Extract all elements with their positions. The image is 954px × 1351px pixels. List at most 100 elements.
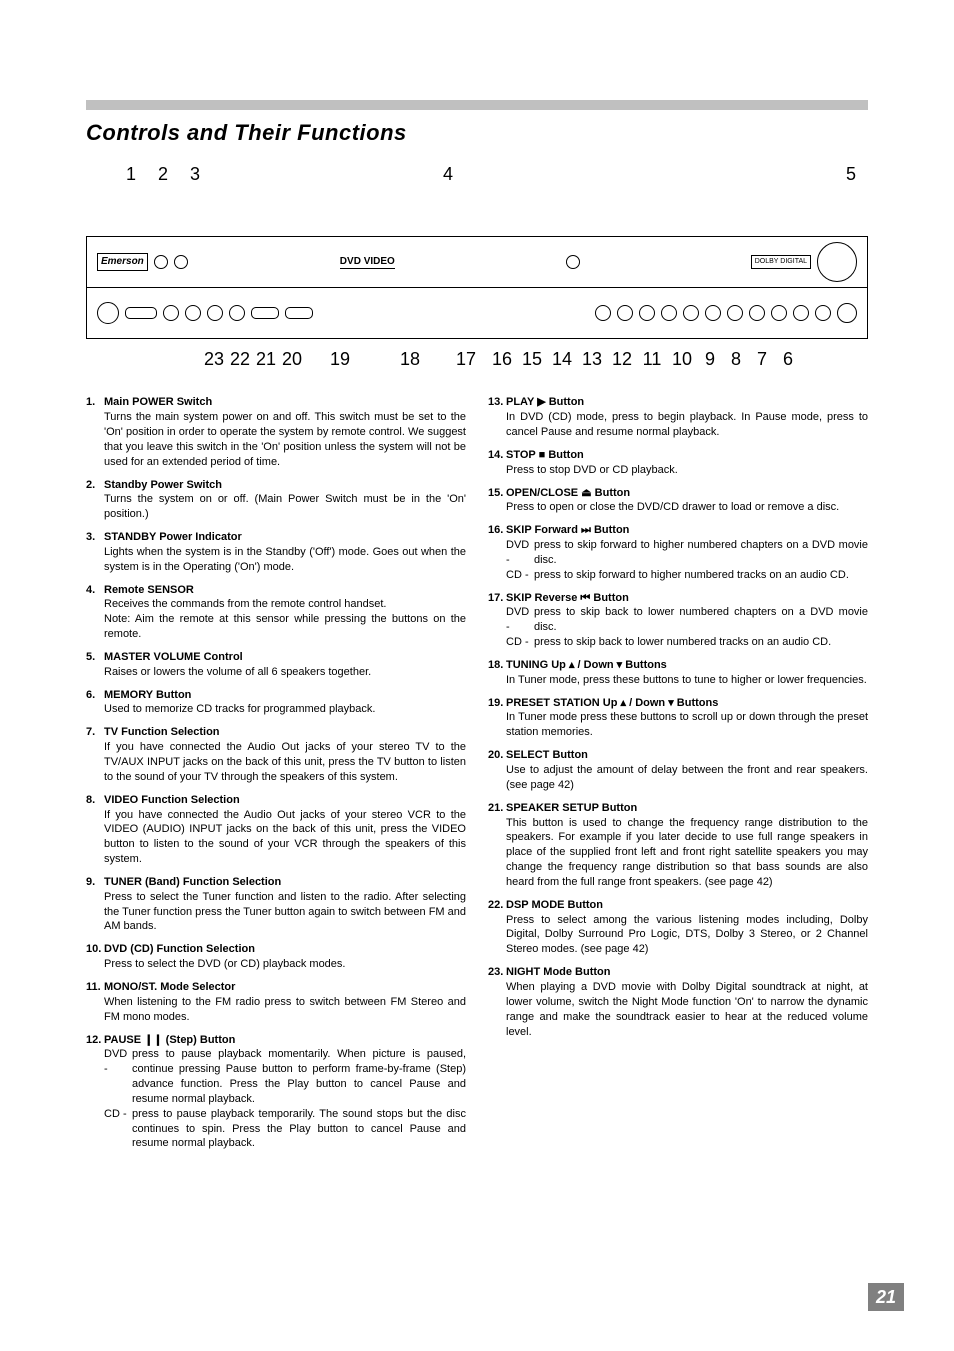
- symbol-icon: ▾: [668, 697, 674, 709]
- item-title: DSP MODE Button: [506, 899, 603, 911]
- item-note: Note: Aim the remote at this sensor whil…: [86, 612, 466, 642]
- rocker-icon: [285, 307, 313, 319]
- item-body: In Tuner mode press these buttons to scr…: [488, 710, 868, 740]
- tray-icon: [125, 307, 157, 319]
- list-item: 9.TUNER (Band) Function SelectionPress t…: [86, 875, 466, 934]
- item-heading: 1.Main POWER Switch: [86, 395, 466, 410]
- volume-knob-icon: [817, 242, 857, 282]
- callout-number: 5: [846, 162, 856, 186]
- item-number: 7.: [86, 725, 104, 740]
- sub-item: CD -press to skip forward to higher numb…: [488, 568, 868, 583]
- item-number: 4.: [86, 583, 104, 598]
- item-body: If you have connected the Audio Out jack…: [86, 740, 466, 785]
- list-item: 20.SELECT ButtonUse to adjust the amount…: [488, 748, 868, 793]
- item-number: 15.: [488, 486, 506, 501]
- control-button-icon: [793, 305, 809, 321]
- item-heading: 13.PLAY ▶ Button: [488, 395, 868, 410]
- callout-number: 1: [126, 162, 136, 186]
- list-item: 5.MASTER VOLUME ControlRaises or lowers …: [86, 650, 466, 680]
- callout-number: 16: [487, 347, 517, 371]
- list-item: 18.TUNING Up ▴ / Down ▾ ButtonsIn Tuner …: [488, 658, 868, 688]
- item-title: NIGHT Mode Button: [506, 966, 610, 978]
- callout-number: 9: [697, 347, 723, 371]
- list-item: 2.Standby Power SwitchTurns the system o…: [86, 478, 466, 523]
- item-number: 5.: [86, 650, 104, 665]
- dolby-logo: DOLBY DIGITAL: [751, 255, 811, 268]
- item-body: Turns the system on or off. (Main Power …: [86, 492, 466, 522]
- callout-number: 2: [158, 162, 168, 186]
- list-item: 21.SPEAKER SETUP ButtonThis button is us…: [488, 801, 868, 890]
- sensor-icon: [566, 255, 580, 269]
- list-item: 4.Remote SENSORReceives the commands fro…: [86, 583, 466, 642]
- item-title: SPEAKER SETUP Button: [506, 802, 637, 814]
- item-heading: 8.VIDEO Function Selection: [86, 793, 466, 808]
- symbol-icon: ▾: [617, 659, 623, 671]
- item-number: 14.: [488, 448, 506, 463]
- callout-number: 8: [723, 347, 749, 371]
- item-body: Receives the commands from the remote co…: [86, 597, 466, 612]
- item-number: 11.: [86, 980, 104, 995]
- callout-number: 17: [445, 347, 487, 371]
- sub-label: DVD -: [506, 605, 534, 635]
- item-title: SKIP Reverse ⏮ Button: [506, 592, 629, 604]
- dvd-logo: DVD VIDEO: [340, 255, 395, 270]
- list-item: 7.TV Function SelectionIf you have conne…: [86, 725, 466, 784]
- sub-label: CD -: [104, 1107, 132, 1152]
- item-heading: 5.MASTER VOLUME Control: [86, 650, 466, 665]
- device-diagram: 1 2 3 4 5 Emerson DVD VIDEO DOLBY DIGITA…: [86, 156, 868, 382]
- item-title: OPEN/CLOSE ⏏ Button: [506, 487, 630, 499]
- list-item: 15.OPEN/CLOSE ⏏ ButtonPress to open or c…: [488, 486, 868, 516]
- item-number: 6.: [86, 688, 104, 703]
- item-number: 23.: [488, 965, 506, 980]
- item-number: 17.: [488, 591, 506, 606]
- item-heading: 4.Remote SENSOR: [86, 583, 466, 598]
- symbol-icon: ❙❙: [144, 1034, 162, 1046]
- item-body: Press to select among the various listen…: [488, 913, 868, 958]
- item-body: If you have connected the Audio Out jack…: [86, 808, 466, 867]
- control-button-icon: [229, 305, 245, 321]
- top-callouts: 1 2 3 4 5: [86, 162, 868, 186]
- list-item: 10.DVD (CD) Function SelectionPress to s…: [86, 942, 466, 972]
- callout-number: 10: [667, 347, 697, 371]
- control-button-icon: [207, 305, 223, 321]
- item-number: 16.: [488, 523, 506, 538]
- list-item: 11.MONO/ST. Mode SelectorWhen listening …: [86, 980, 466, 1025]
- bottom-callouts: 23 22 21 20 19 18 17 16 15 14 13 12 11 1…: [86, 347, 868, 371]
- item-number: 3.: [86, 530, 104, 545]
- page-number: 21: [868, 1283, 904, 1311]
- callout-number: 11: [637, 347, 667, 371]
- item-heading: 22.DSP MODE Button: [488, 898, 868, 913]
- control-button-icon: [683, 305, 699, 321]
- callout-number: 3: [190, 162, 200, 186]
- sub-item: DVD -press to skip back to lower numbere…: [488, 605, 868, 635]
- item-heading: 18.TUNING Up ▴ / Down ▾ Buttons: [488, 658, 868, 673]
- item-body: Lights when the system is in the Standby…: [86, 545, 466, 575]
- control-button-icon: [749, 305, 765, 321]
- item-number: 10.: [86, 942, 104, 957]
- sub-text: press to skip forward to higher numbered…: [534, 568, 868, 583]
- list-item: 23.NIGHT Mode ButtonWhen playing a DVD m…: [488, 965, 868, 1039]
- item-number: 20.: [488, 748, 506, 763]
- item-title: TV Function Selection: [104, 726, 220, 738]
- callout-number: 19: [305, 347, 375, 371]
- symbol-icon: ⏏: [581, 487, 591, 499]
- item-heading: 20.SELECT Button: [488, 748, 868, 763]
- callout-number: 14: [547, 347, 577, 371]
- symbol-icon: ▶: [537, 396, 545, 408]
- callout-number: 18: [375, 347, 445, 371]
- item-heading: 7.TV Function Selection: [86, 725, 466, 740]
- header-bar: [86, 100, 868, 110]
- page-title: Controls and Their Functions: [86, 118, 868, 148]
- item-heading: 6.MEMORY Button: [86, 688, 466, 703]
- item-title: Main POWER Switch: [104, 396, 212, 408]
- item-title: VIDEO Function Selection: [104, 794, 240, 806]
- list-item: 17.SKIP Reverse ⏮ ButtonDVD -press to sk…: [488, 591, 868, 650]
- item-title: STOP ■ Button: [506, 449, 584, 461]
- callout-number: 15: [517, 347, 547, 371]
- sub-text: press to pause playback temporarily. The…: [132, 1107, 466, 1152]
- item-title: MASTER VOLUME Control: [104, 651, 243, 663]
- list-item: 8.VIDEO Function SelectionIf you have co…: [86, 793, 466, 867]
- item-body: Turns the main system power on and off. …: [86, 410, 466, 469]
- item-body: Press to select the DVD (or CD) playback…: [86, 957, 466, 972]
- callout-number: 13: [577, 347, 607, 371]
